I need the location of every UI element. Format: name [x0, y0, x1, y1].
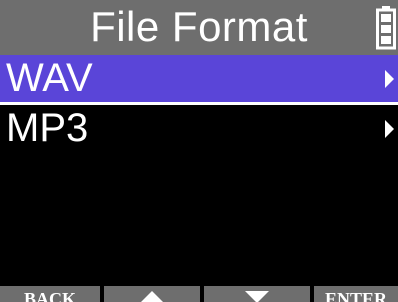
menu-item-mp3[interactable]: MP3 [0, 105, 398, 152]
back-label: BACK [23, 289, 76, 302]
triangle-down-icon [245, 291, 269, 302]
down-button[interactable] [204, 286, 310, 302]
device-screen: File Format WAV MP3 BACK ENTER [0, 0, 398, 302]
chevron-right-icon [385, 70, 394, 88]
menu-item-label: WAV [6, 56, 93, 100]
softkey-bar: BACK ENTER [0, 286, 398, 302]
enter-button[interactable]: ENTER [314, 286, 398, 302]
up-button[interactable] [104, 286, 200, 302]
battery-full-icon [376, 6, 396, 50]
enter-label: ENTER [324, 289, 387, 302]
chevron-right-icon [385, 120, 394, 138]
triangle-up-icon [140, 291, 164, 302]
page-title: File Format [90, 3, 308, 50]
menu-item-wav[interactable]: WAV [0, 55, 398, 102]
back-button[interactable]: BACK [0, 286, 100, 302]
title-bar: File Format [0, 0, 398, 55]
menu-item-label: MP3 [6, 106, 89, 150]
